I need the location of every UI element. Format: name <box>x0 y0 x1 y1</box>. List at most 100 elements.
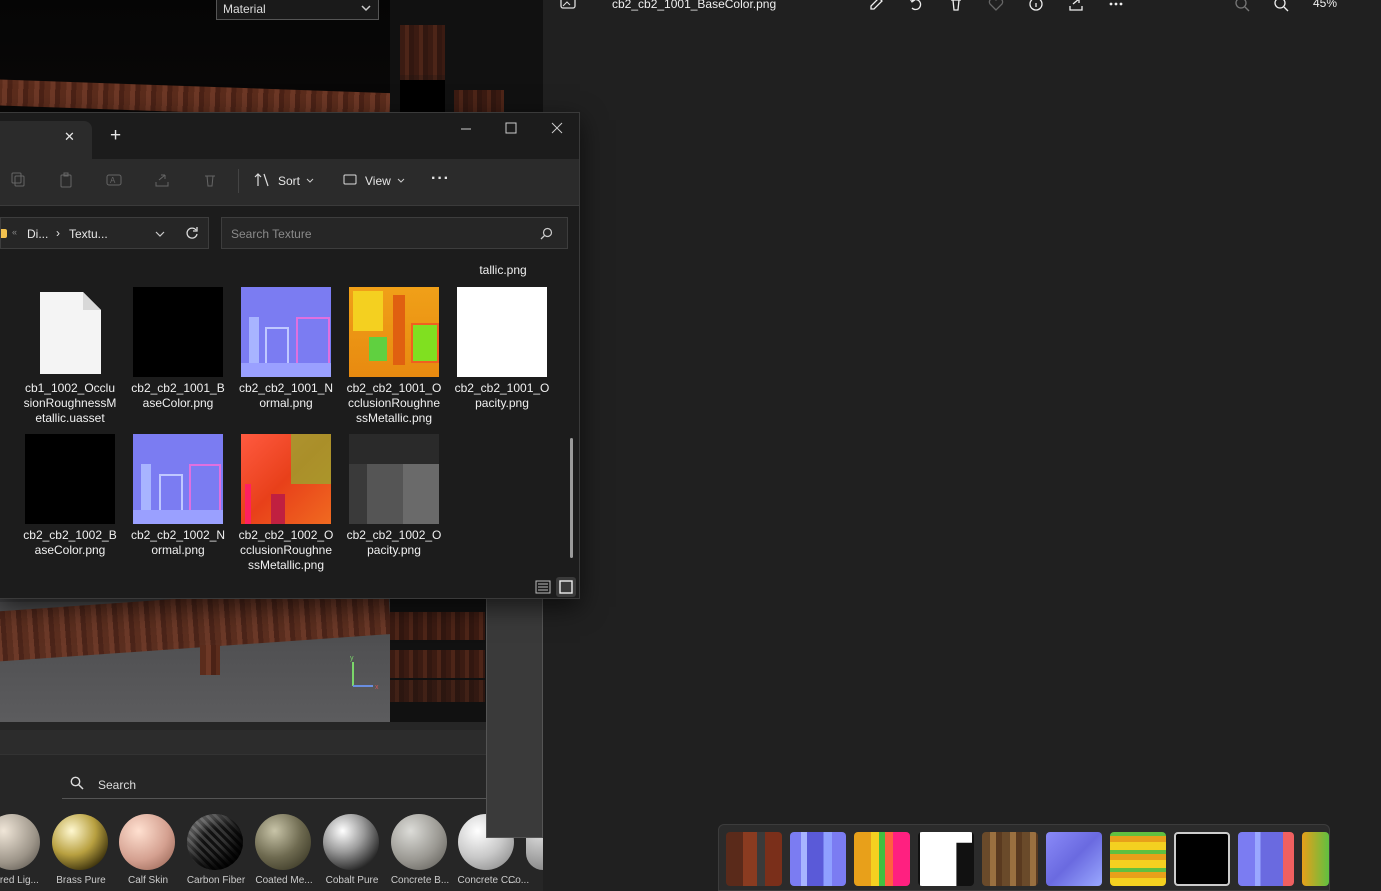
chevron-down-icon <box>306 178 314 183</box>
svg-text:y: y <box>350 655 354 662</box>
material-search-input[interactable]: Search <box>62 770 492 799</box>
search-icon <box>70 776 84 790</box>
delete-icon[interactable] <box>948 0 964 12</box>
zoom-level: 45% <box>1313 0 1338 10</box>
search-placeholder: Search Texture <box>231 227 312 241</box>
filmstrip-thumb[interactable] <box>1302 832 1329 886</box>
file-name[interactable]: cb1_1002_OcclusionRoughnessMetallic.uass… <box>22 381 118 426</box>
file-thumbnail-normal[interactable] <box>241 287 331 377</box>
file-thumbnail-basecolor[interactable] <box>133 287 223 377</box>
new-tab-button[interactable]: + <box>110 125 121 147</box>
filmstrip-thumb[interactable] <box>1238 832 1294 886</box>
zoom-in-icon[interactable] <box>1273 0 1289 12</box>
edit-icon[interactable] <box>868 0 884 12</box>
maximize-icon[interactable] <box>505 122 517 134</box>
view-icon <box>343 174 357 185</box>
file-name[interactable]: cb2_cb2_1002_BaseColor.png <box>22 528 118 558</box>
chevron-down-icon[interactable] <box>155 229 165 239</box>
file-name[interactable]: cb2_cb2_1002_OcclusionRoughnessMetallic.… <box>238 528 334 573</box>
filmstrip-thumb-selected[interactable] <box>1174 832 1230 886</box>
material-sphere[interactable] <box>255 814 311 870</box>
explorer-tab-bar: ✕ + <box>0 113 579 159</box>
filmstrip-thumb[interactable] <box>918 832 974 886</box>
file-name[interactable]: cb2_cb2_1001_Opacity.png <box>454 381 550 411</box>
search-icon <box>540 227 553 240</box>
wood-leg <box>200 645 220 675</box>
sort-label: Sort <box>278 174 301 188</box>
document-icon[interactable] <box>25 287 115 377</box>
copy-icon[interactable] <box>10 172 26 188</box>
refresh-icon[interactable] <box>185 226 199 240</box>
material-label: Cobalt Pure <box>325 875 379 886</box>
more-options-button[interactable]: ··· <box>431 170 450 188</box>
filmstrip-thumb[interactable] <box>854 832 910 886</box>
svg-text:A: A <box>110 176 116 185</box>
file-thumbnail-opacity[interactable] <box>349 434 439 524</box>
favorite-icon[interactable] <box>988 0 1004 12</box>
close-icon[interactable] <box>551 122 563 134</box>
material-label: Brass Pure <box>56 875 106 886</box>
breadcrumb-separator-icon: › <box>56 226 60 240</box>
thumbnail-view-icon[interactable] <box>556 577 576 597</box>
breadcrumb-item[interactable]: Di... <box>27 227 48 241</box>
file-thumbnail-normal[interactable] <box>133 434 223 524</box>
tab-close-icon[interactable]: ✕ <box>64 129 75 145</box>
file-thumbnail-basecolor[interactable] <box>25 434 115 524</box>
material-sphere[interactable] <box>391 814 447 870</box>
axis-gizmo-icon: y x <box>350 655 379 691</box>
material-label: Cured Lig... <box>0 875 39 886</box>
file-name[interactable]: cb2_cb2_1001_Normal.png <box>238 381 334 411</box>
filmstrip-thumb[interactable] <box>790 832 846 886</box>
material-library-header <box>0 730 543 755</box>
material-dropdown-label: Material <box>223 2 266 16</box>
chevron-down-icon <box>361 5 371 12</box>
folder-icon <box>1 229 7 238</box>
file-name[interactable]: cb2_cb2_1001_BaseColor.png <box>130 381 226 411</box>
share-icon[interactable] <box>1068 0 1084 12</box>
address-bar[interactable]: « Di... › Textu... <box>0 217 209 249</box>
side-panel <box>486 590 543 838</box>
file-thumbnail-opacity[interactable] <box>457 287 547 377</box>
file-grid: tallic.png cb1_1002_OcclusionRoughnessMe… <box>0 255 567 575</box>
material-dropdown[interactable]: Material <box>216 0 379 20</box>
file-thumbnail-orm[interactable] <box>349 287 439 377</box>
filmstrip-thumb[interactable] <box>982 832 1038 886</box>
gallery-icon[interactable] <box>560 0 576 10</box>
material-search-placeholder: Search <box>98 778 137 792</box>
file-name-partial: tallic.png <box>479 263 527 277</box>
file-thumbnail-orm[interactable] <box>241 434 331 524</box>
rename-icon[interactable]: A <box>106 172 122 188</box>
filmstrip-thumb[interactable] <box>1046 832 1102 886</box>
delete-icon[interactable] <box>202 172 218 188</box>
file-name[interactable]: cb2_cb2_1001_OcclusionRoughnessMetallic.… <box>346 381 442 426</box>
command-divider <box>238 169 239 193</box>
zoom-out-icon[interactable] <box>1234 0 1250 12</box>
paste-icon[interactable] <box>58 172 74 188</box>
chevron-down-icon <box>397 178 405 183</box>
explorer-search-input[interactable]: Search Texture <box>221 217 568 249</box>
breadcrumb-item[interactable]: Textu... <box>69 227 108 241</box>
details-view-icon[interactable] <box>535 579 551 595</box>
scrollbar-thumb[interactable] <box>570 438 573 558</box>
material-sphere[interactable] <box>323 814 379 870</box>
material-sphere[interactable] <box>119 814 175 870</box>
file-name[interactable]: cb2_cb2_1002_Normal.png <box>130 528 226 558</box>
material-sphere[interactable] <box>187 814 243 870</box>
material-sphere[interactable] <box>52 814 108 870</box>
filmstrip-thumb[interactable] <box>726 832 782 886</box>
view-label: View <box>365 174 391 188</box>
explorer-tab[interactable]: ✕ <box>0 121 92 159</box>
overflow-chevron-icon[interactable]: « <box>12 227 17 237</box>
material-label: Carbon Fiber <box>186 875 246 886</box>
material-label: Calf Skin <box>127 875 168 886</box>
material-label: Coated Me... <box>255 875 313 886</box>
svg-text:x: x <box>375 684 379 691</box>
minimize-icon[interactable] <box>460 123 472 135</box>
file-explorer-window: ✕ + A Sort View ··· « Di... › Textu... S… <box>0 112 580 599</box>
info-icon[interactable] <box>1028 0 1044 12</box>
rotate-icon[interactable] <box>908 0 924 12</box>
file-name[interactable]: cb2_cb2_1002_Opacity.png <box>346 528 442 558</box>
filmstrip-thumb[interactable] <box>1110 832 1166 886</box>
more-icon[interactable] <box>1108 0 1124 12</box>
share-icon[interactable] <box>154 172 170 188</box>
